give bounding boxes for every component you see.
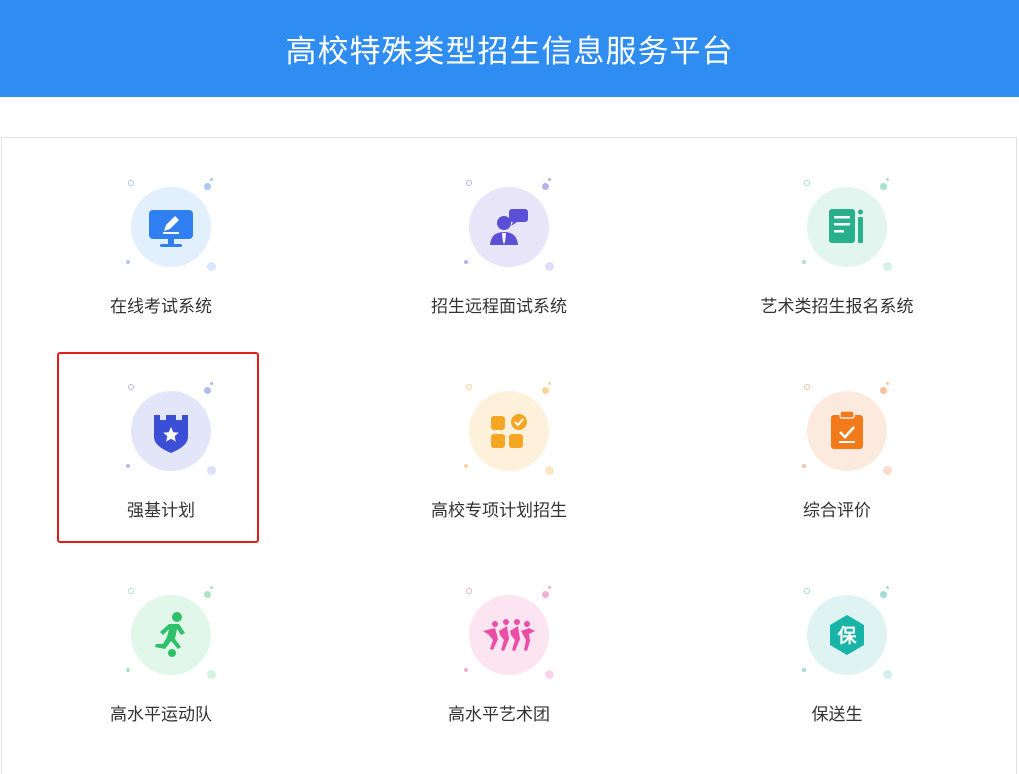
tile-recommended-students[interactable]: 保 保送生 — [735, 546, 935, 736]
tile-art-troupe[interactable]: 高水平艺术团 — [397, 546, 597, 736]
decor-dot — [210, 586, 213, 589]
decor-dot — [128, 588, 134, 594]
decor-dot — [126, 260, 130, 264]
tile-special-plan[interactable]: 高校专项计划招生 — [397, 342, 597, 532]
decor-dot — [548, 586, 551, 589]
decor-dot — [466, 588, 472, 594]
decor-dot — [126, 668, 130, 672]
page-title: 高校特殊类型招生信息服务平台 — [285, 34, 734, 70]
service-grid-panel: 在线考试系统 招生远程面试系统 艺术类招生报名系统 强基计划 高校专项计划招生 … — [1, 137, 1017, 774]
hexagon-glyph: 保 — [836, 624, 857, 647]
tile-label: 高校专项计划招生 — [431, 501, 567, 521]
tile-label: 强基计划 — [127, 501, 195, 521]
tile-label: 在线考试系统 — [110, 297, 212, 317]
decor-dot — [802, 668, 806, 672]
decor-dot — [804, 588, 810, 594]
decor-dot — [548, 178, 551, 181]
computer-exam-icon — [131, 187, 211, 267]
decor-dot — [128, 384, 134, 390]
tile-comprehensive-eval[interactable]: 综合评价 — [735, 342, 935, 532]
decor-dot — [886, 586, 889, 589]
decor-dot — [464, 464, 468, 468]
decor-dot — [210, 178, 213, 181]
shield-star-icon — [131, 391, 211, 471]
tile-online-exam[interactable]: 在线考试系统 — [59, 138, 259, 328]
app-grid-check-icon — [469, 391, 549, 471]
decor-dot — [128, 180, 134, 186]
decor-dot — [548, 382, 551, 385]
decor-dot — [464, 260, 468, 264]
tile-label: 高水平艺术团 — [448, 705, 550, 725]
baosong-hexagon-icon: 保 — [807, 595, 887, 675]
tile-label: 保送生 — [811, 705, 863, 725]
decor-dot — [802, 464, 806, 468]
soccer-player-icon — [131, 595, 211, 675]
tile-sports-team[interactable]: 高水平运动队 — [59, 546, 259, 736]
decor-dot — [886, 178, 889, 181]
decor-dot — [804, 384, 810, 390]
decor-dot — [886, 382, 889, 385]
decor-dot — [466, 180, 472, 186]
tile-label: 综合评价 — [803, 501, 871, 521]
dancers-icon — [469, 595, 549, 675]
clipboard-check-icon — [807, 391, 887, 471]
decor-dot — [126, 464, 130, 468]
decor-dot — [464, 668, 468, 672]
decor-dot — [466, 384, 472, 390]
tile-label: 招生远程面试系统 — [431, 297, 567, 317]
art-registration-icon — [807, 187, 887, 267]
tile-label: 高水平运动队 — [110, 705, 212, 725]
top-header: 高校特殊类型招生信息服务平台 — [0, 0, 1019, 97]
tile-remote-interview[interactable]: 招生远程面试系统 — [397, 138, 597, 328]
tile-label: 艺术类招生报名系统 — [760, 297, 914, 317]
decor-dot — [804, 180, 810, 186]
decor-dot — [210, 382, 213, 385]
tile-art-registration[interactable]: 艺术类招生报名系统 — [735, 138, 935, 328]
tile-qiangji-plan[interactable]: 强基计划 — [59, 342, 259, 532]
decor-dot — [802, 260, 806, 264]
remote-interview-icon — [469, 187, 549, 267]
